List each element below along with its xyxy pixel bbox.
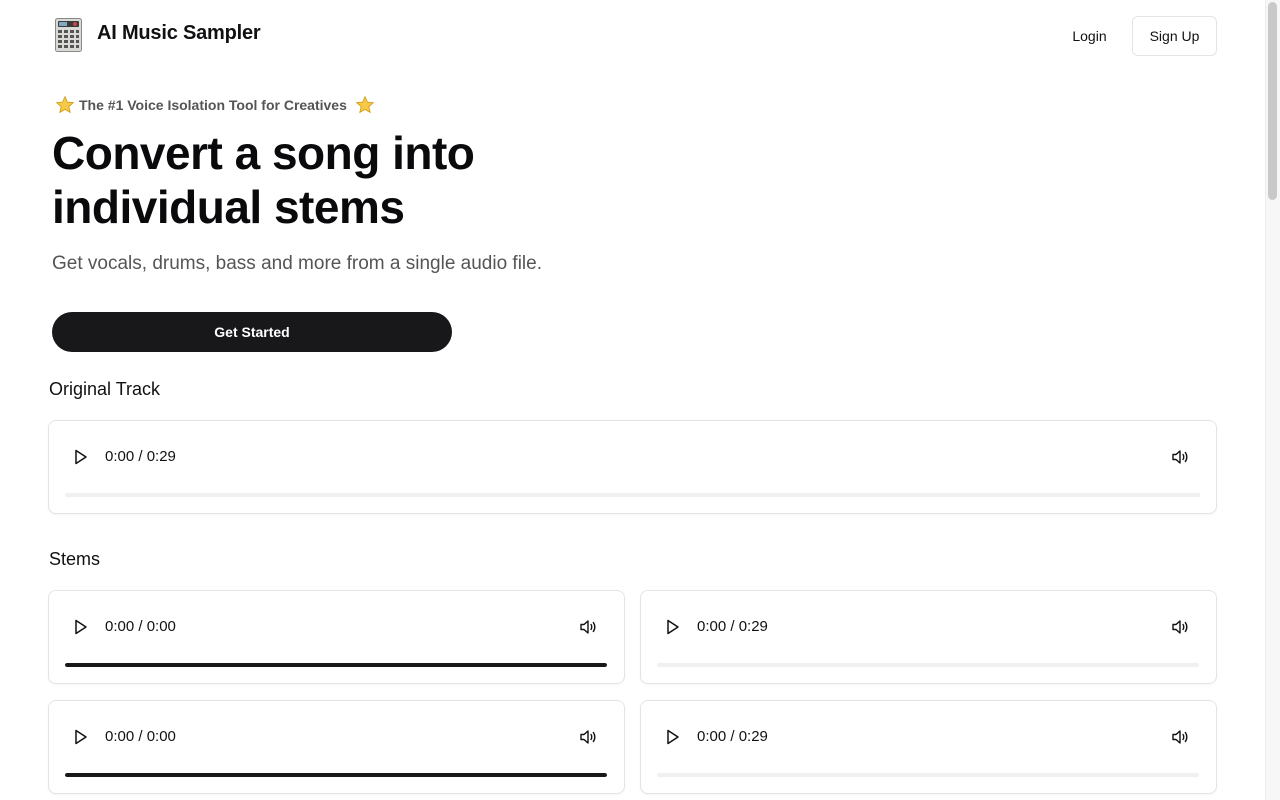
stem-audio-player[interactable]: 0:00 / 0:29 (640, 700, 1217, 794)
progress-track[interactable] (65, 663, 607, 667)
subheadline: Get vocals, drums, bass and more from a … (52, 253, 543, 274)
progress-fill (65, 773, 607, 777)
play-icon (75, 729, 87, 745)
site-header: AI Music Sampler Login Sign Up (0, 0, 1265, 72)
play-icon (75, 619, 87, 635)
stem-audio-player[interactable]: 0:00 / 0:00 (48, 700, 625, 794)
play-button[interactable] (71, 726, 91, 748)
star-icon (55, 95, 75, 114)
original-track-heading: Original Track (49, 379, 161, 399)
progress-track[interactable] (657, 773, 1199, 777)
volume-icon (1172, 620, 1188, 634)
stems-heading: Stems (49, 549, 101, 569)
playback-time: 0:00 / 0:29 (105, 448, 176, 465)
stem-audio-player[interactable]: 0:00 / 0:29 (640, 590, 1217, 684)
volume-button[interactable] (577, 726, 599, 748)
playback-time: 0:00 / 0:29 (697, 618, 768, 635)
brand-name[interactable]: AI Music Sampler (97, 22, 261, 45)
volume-icon (1172, 450, 1188, 464)
volume-button[interactable] (1169, 616, 1191, 638)
star-icon (355, 95, 375, 114)
page-title: Convert a song into individual stems (52, 126, 652, 234)
volume-button[interactable] (577, 616, 599, 638)
headline-line-1: Convert a song into (52, 127, 475, 179)
volume-icon (580, 730, 596, 744)
progress-track[interactable] (65, 773, 607, 777)
original-audio-player[interactable]: 0:00 / 0:29 (48, 420, 1217, 514)
progress-track[interactable] (65, 493, 1200, 497)
play-button[interactable] (663, 616, 683, 638)
play-button[interactable] (71, 446, 91, 468)
play-button[interactable] (663, 726, 683, 748)
tagline: The #1 Voice Isolation Tool for Creative… (55, 95, 375, 115)
get-started-button[interactable]: Get Started (52, 312, 452, 352)
scrollbar-thumb[interactable] (1268, 2, 1277, 200)
tagline-text: The #1 Voice Isolation Tool for Creative… (79, 97, 347, 113)
sampler-device-icon[interactable] (55, 18, 82, 52)
volume-icon (580, 620, 596, 634)
volume-button[interactable] (1169, 446, 1191, 468)
play-icon (75, 449, 87, 465)
volume-icon (1172, 730, 1188, 744)
headline-line-2: individual stems (52, 181, 405, 233)
playback-time: 0:00 / 0:00 (105, 728, 176, 745)
playback-time: 0:00 / 0:29 (697, 728, 768, 745)
progress-fill (65, 663, 607, 667)
signup-button[interactable]: Sign Up (1132, 16, 1217, 56)
volume-button[interactable] (1169, 726, 1191, 748)
stem-audio-player[interactable]: 0:00 / 0:00 (48, 590, 625, 684)
play-icon (667, 729, 679, 745)
play-button[interactable] (71, 616, 91, 638)
play-icon (667, 619, 679, 635)
playback-time: 0:00 / 0:00 (105, 618, 176, 635)
login-button[interactable]: Login (1058, 17, 1121, 55)
progress-track[interactable] (657, 663, 1199, 667)
scrollbar[interactable] (1265, 0, 1280, 800)
